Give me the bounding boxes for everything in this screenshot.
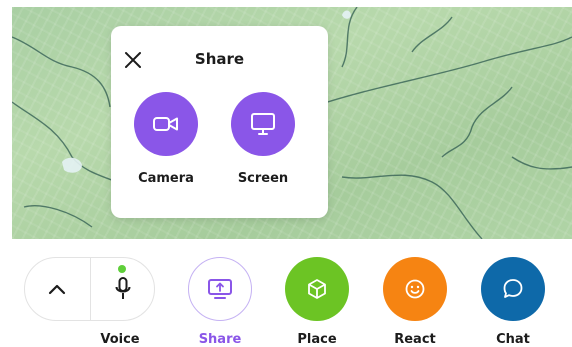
monitor-icon xyxy=(251,113,275,135)
voice-control xyxy=(24,257,155,321)
react-label: React xyxy=(394,332,436,347)
share-screen-button[interactable] xyxy=(231,92,295,156)
place-button[interactable] xyxy=(285,257,349,321)
react-button[interactable] xyxy=(383,257,447,321)
chevron-up-icon xyxy=(48,284,66,295)
video-camera-icon xyxy=(153,117,178,131)
share-screen-label: Screen xyxy=(237,171,289,186)
voice-label: Voice xyxy=(100,332,140,347)
cube-icon xyxy=(308,279,326,299)
chat-label: Chat xyxy=(496,332,530,347)
popup-title: Share xyxy=(194,50,245,68)
smiley-icon xyxy=(405,279,425,299)
chat-button[interactable] xyxy=(481,257,545,321)
voice-expand-button[interactable] xyxy=(25,258,89,320)
share-camera-label: Camera xyxy=(138,171,194,186)
share-popup: Share Camera Screen xyxy=(111,26,328,218)
place-label: Place xyxy=(297,332,337,347)
share-button[interactable] xyxy=(188,257,252,321)
share-camera-option[interactable]: Camera xyxy=(126,92,206,186)
chat-bubble-icon xyxy=(503,279,523,298)
share-camera-button[interactable] xyxy=(134,92,198,156)
mic-status-dot xyxy=(118,265,126,273)
microphone-icon xyxy=(115,277,131,299)
screen-share-icon xyxy=(208,279,232,299)
share-label: Share xyxy=(198,332,242,347)
share-screen-option[interactable]: Screen xyxy=(223,92,303,186)
